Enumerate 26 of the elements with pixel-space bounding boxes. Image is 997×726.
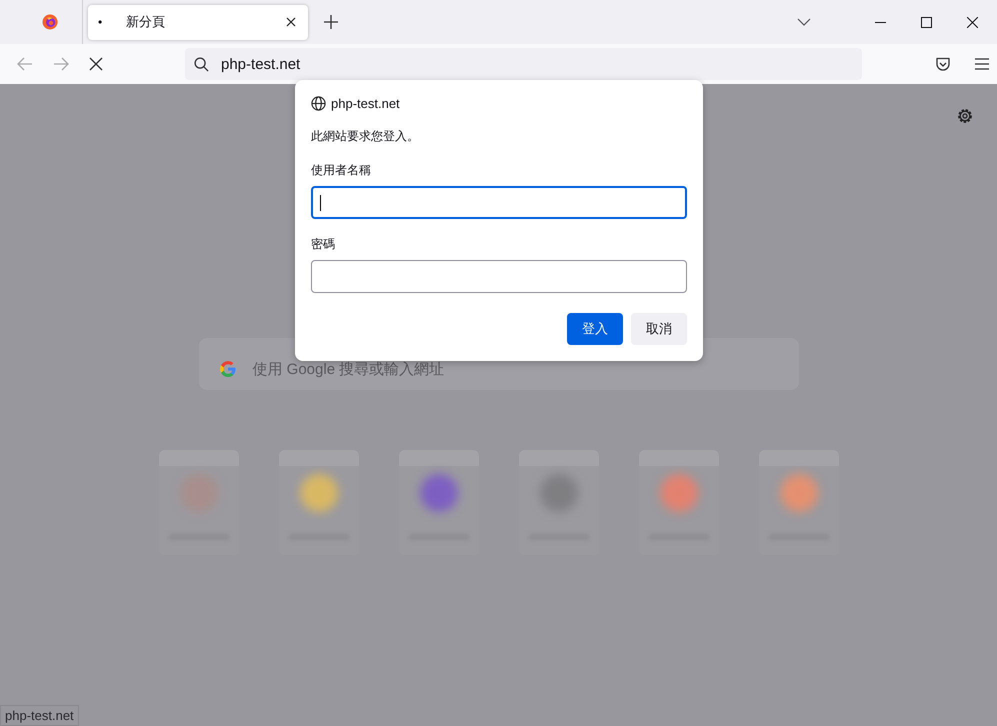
status-url: php-test.net (0, 705, 79, 726)
loading-indicator: • (98, 15, 104, 29)
search-icon (194, 56, 209, 72)
input-field[interactable] (311, 260, 687, 293)
field-label: 密碼 (311, 236, 336, 253)
stop-icon[interactable] (89, 57, 103, 71)
field-label: 使用者名稱 (311, 162, 372, 179)
cancel-button[interactable]: 取消 (631, 313, 687, 345)
close-icon[interactable] (286, 17, 296, 27)
address-bar[interactable]: php-test.net (185, 48, 862, 80)
plus-icon[interactable] (324, 15, 338, 29)
tab-title: 新分頁 (125, 13, 166, 31)
maximize-icon[interactable] (921, 16, 932, 28)
globe-icon (311, 96, 326, 111)
close-icon[interactable] (967, 16, 978, 28)
site-name: php-test.net (331, 96, 400, 111)
dialog-message: 此網站要求您登入。 (311, 128, 420, 145)
menu-icon[interactable] (975, 58, 989, 70)
browser-tab[interactable]: • 新分頁 (88, 4, 308, 40)
input-field[interactable] (311, 186, 687, 219)
login-button[interactable]: 登入 (567, 313, 623, 345)
settings-icon[interactable] (956, 107, 974, 125)
google-logo-icon (218, 360, 236, 378)
chevron-down-icon[interactable] (797, 18, 811, 26)
pocket-icon[interactable] (935, 56, 951, 72)
browser-logo-icon[interactable] (42, 14, 58, 30)
